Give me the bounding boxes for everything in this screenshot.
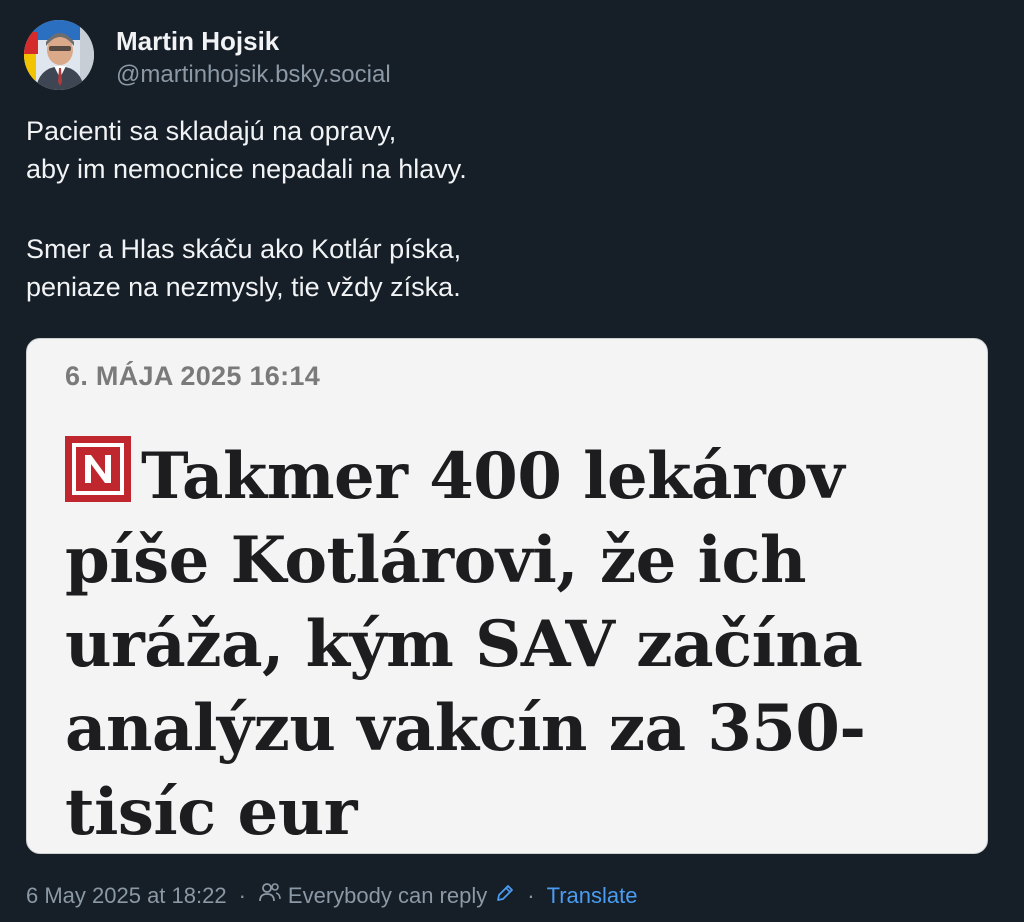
headline-line: analýzu vakcín za 350- [65,691,866,766]
avatar[interactable] [24,20,94,90]
post-header: Martin Hojsik @martinhojsik.bsky.social [24,20,391,90]
headline-line: uráža, kým SAV začína [65,607,863,682]
avatar-image [24,20,94,90]
separator: · [238,883,246,908]
headline-line: tisíc eur [65,775,357,850]
reply-setting[interactable]: Everybody can reply [258,880,515,912]
author-names: Martin Hojsik @martinhojsik.bsky.social [116,20,391,90]
article-date: 6. MÁJA 2025 16:14 [65,361,321,391]
post-line: peniaze na nezmysly, tie vždy získa. [26,272,461,302]
headline-line: píše Kotlárovi, že ich [65,523,806,598]
article-headline: Takmer 400 lekárov píše Kotlárovi, že ic… [65,435,945,853]
embedded-image-card[interactable]: 6. MÁJA 2025 16:14 Takmer 400 lekárov pí… [26,338,988,854]
author-display-name[interactable]: Martin Hojsik [116,26,391,56]
author-handle[interactable]: @martinhojsik.bsky.social [116,60,391,90]
post-text: Pacienti sa skladajú na opravy, aby im n… [26,112,986,306]
reply-setting-label: Everybody can reply [287,883,488,908]
post-line: Pacienti sa skladajú na opravy, [26,116,397,146]
post-footer: 6 May 2025 at 18:22 · Everybody can repl… [26,880,637,912]
post-line: aby im nemocnice nepadali na hlavy. [26,154,467,184]
pencil-icon[interactable] [495,880,515,912]
translate-link[interactable]: Translate [547,880,638,912]
post-line: Smer a Hlas skáču ako Kotlár píska, [26,234,462,264]
headline-line: Takmer 400 lekárov [141,439,845,514]
post-timestamp[interactable]: 6 May 2025 at 18:22 [26,880,227,912]
separator: · [527,883,535,908]
people-icon [258,880,282,912]
denniky-n-logo-icon [65,436,131,502]
